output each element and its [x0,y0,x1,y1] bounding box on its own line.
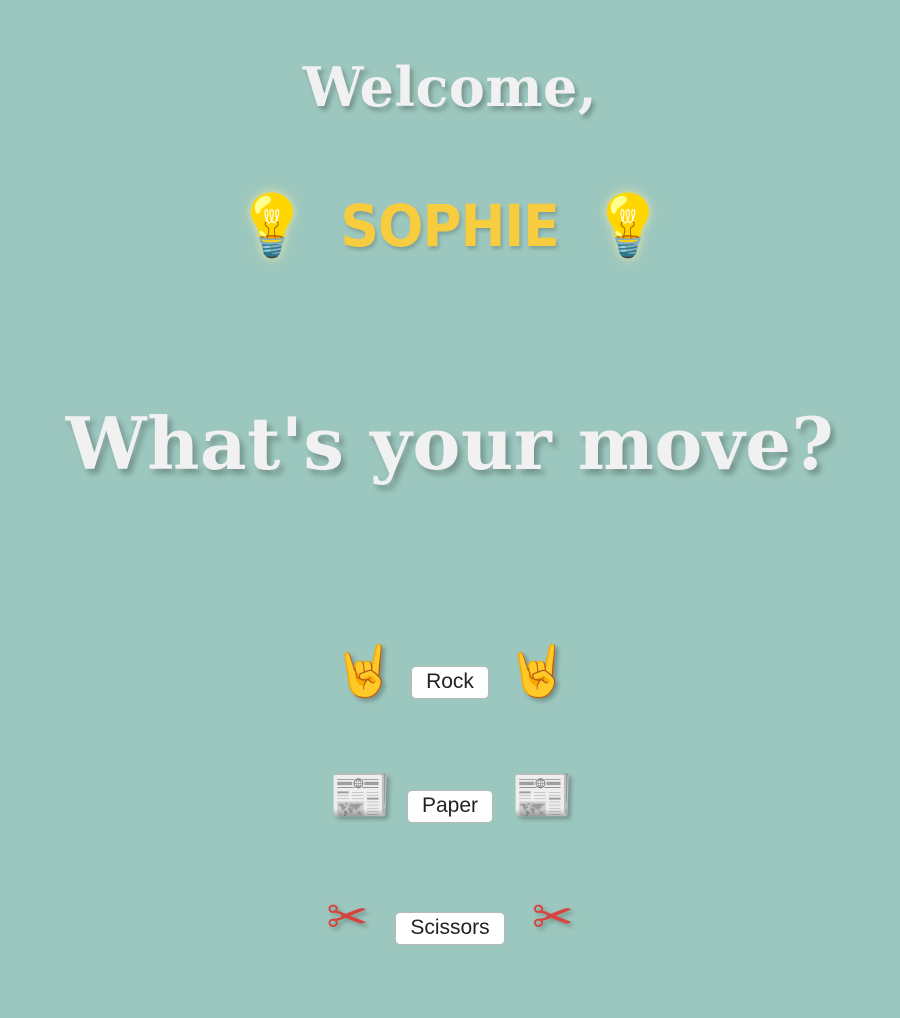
scissors-button[interactable]: Scissors [395,911,505,945]
lightbulb-icon: 💡 [590,191,666,261]
scissors-move-row: ✂ Scissors ✂ [0,882,900,952]
paper-button[interactable]: Paper [406,789,494,823]
lightbulb-icon: 💡 [234,191,310,261]
move-prompt: What's your move? [65,401,835,486]
rock-hand-icon: 🤘 [506,642,570,700]
rock-button[interactable]: Rock [411,665,489,699]
rock-hand-icon: 🤘 [333,642,396,700]
newspaper-icon: 📰 [328,766,392,824]
welcome-heading: Welcome, [302,55,598,119]
scissors-icon: ✂ [531,888,574,946]
player-name: SOPHIE [340,192,560,260]
scissors-icon: ✂ [326,888,369,946]
newspaper-icon: 📰 [511,766,574,824]
rock-move-row: 🤘 Rock 🤘 [0,636,900,706]
player-name-row: 💡 SOPHIE 💡 [0,186,900,266]
paper-move-row: 📰 Paper 📰 [0,760,900,830]
